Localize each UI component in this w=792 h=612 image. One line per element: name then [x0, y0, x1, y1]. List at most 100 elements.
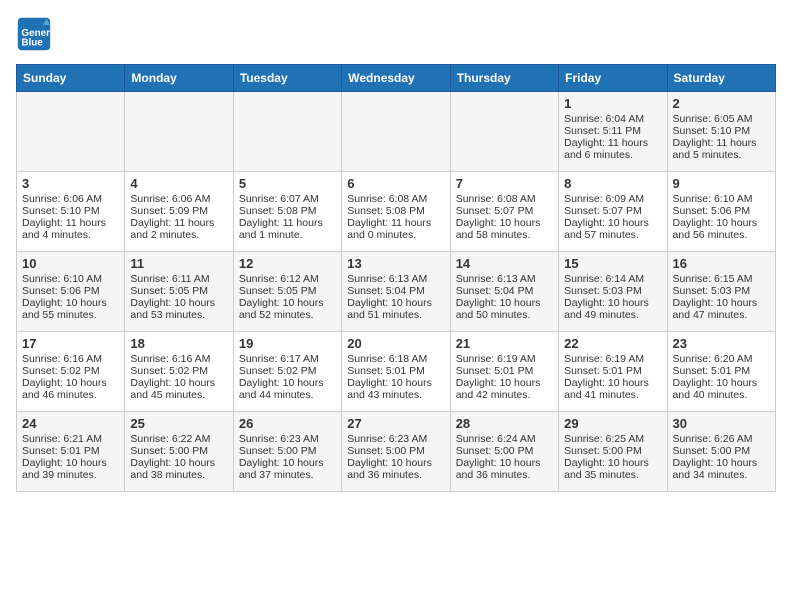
day-info: Daylight: 10 hours and 46 minutes. — [22, 377, 119, 401]
calendar-cell — [342, 92, 450, 172]
day-info: Sunrise: 6:17 AM — [239, 353, 336, 365]
day-info: Sunrise: 6:08 AM — [347, 193, 444, 205]
day-number: 2 — [673, 96, 770, 111]
calendar-cell: 14Sunrise: 6:13 AMSunset: 5:04 PMDayligh… — [450, 252, 558, 332]
day-info: Sunset: 5:06 PM — [22, 285, 119, 297]
day-info: Sunrise: 6:16 AM — [22, 353, 119, 365]
day-info: Daylight: 10 hours and 49 minutes. — [564, 297, 661, 321]
calendar-cell: 22Sunrise: 6:19 AMSunset: 5:01 PMDayligh… — [559, 332, 667, 412]
day-info: Daylight: 11 hours and 5 minutes. — [673, 137, 770, 161]
day-number: 3 — [22, 176, 119, 191]
calendar-cell: 4Sunrise: 6:06 AMSunset: 5:09 PMDaylight… — [125, 172, 233, 252]
calendar-cell — [233, 92, 341, 172]
calendar-header: SundayMondayTuesdayWednesdayThursdayFrid… — [17, 65, 776, 92]
day-info: Sunset: 5:03 PM — [673, 285, 770, 297]
week-row-2: 3Sunrise: 6:06 AMSunset: 5:10 PMDaylight… — [17, 172, 776, 252]
day-info: Sunrise: 6:16 AM — [130, 353, 227, 365]
day-info: Daylight: 10 hours and 55 minutes. — [22, 297, 119, 321]
calendar-cell: 20Sunrise: 6:18 AMSunset: 5:01 PMDayligh… — [342, 332, 450, 412]
day-info: Daylight: 10 hours and 39 minutes. — [22, 457, 119, 481]
day-info: Daylight: 11 hours and 6 minutes. — [564, 137, 661, 161]
day-number: 12 — [239, 256, 336, 271]
day-info: Daylight: 10 hours and 36 minutes. — [347, 457, 444, 481]
day-info: Sunset: 5:07 PM — [564, 205, 661, 217]
calendar-cell: 16 Sunrise: 6:15 AMSunset: 5:03 PMDayligh… — [667, 252, 775, 332]
page-header: General Blue — [16, 16, 776, 52]
calendar-cell: 9Sunrise: 6:10 AMSunset: 5:06 PMDaylight… — [667, 172, 775, 252]
day-number: 1 — [564, 96, 661, 111]
day-info: Sunrise: 6:12 AM — [239, 273, 336, 285]
day-info: Sunset: 5:02 PM — [130, 365, 227, 377]
calendar-cell: 12Sunrise: 6:12 AMSunset: 5:05 PMDayligh… — [233, 252, 341, 332]
day-info: Sunset: 5:09 PM — [130, 205, 227, 217]
day-number: 13 — [347, 256, 444, 271]
calendar-cell: 2 Sunrise: 6:05 AMSunset: 5:10 PMDaylight… — [667, 92, 775, 172]
day-number: 16 — [673, 256, 770, 271]
day-info: Sunrise: 6:23 AM — [239, 433, 336, 445]
day-info: Daylight: 11 hours and 0 minutes. — [347, 217, 444, 241]
calendar-cell: 11Sunrise: 6:11 AMSunset: 5:05 PMDayligh… — [125, 252, 233, 332]
day-header-monday: Monday — [125, 65, 233, 92]
day-header-tuesday: Tuesday — [233, 65, 341, 92]
day-info: Sunrise: 6:14 AM — [564, 273, 661, 285]
day-number: 18 — [130, 336, 227, 351]
day-number: 29 — [564, 416, 661, 431]
day-info: Sunrise: 6:10 AM — [673, 193, 770, 205]
day-info: Sunset: 5:11 PM — [564, 125, 661, 137]
day-info: Daylight: 10 hours and 51 minutes. — [347, 297, 444, 321]
day-info: Sunrise: 6:05 AM — [673, 113, 770, 125]
day-info: Daylight: 10 hours and 53 minutes. — [130, 297, 227, 321]
day-info: Sunrise: 6:19 AM — [564, 353, 661, 365]
calendar-cell: 26Sunrise: 6:23 AMSunset: 5:00 PMDayligh… — [233, 412, 341, 492]
day-number: 17 — [22, 336, 119, 351]
day-info: Daylight: 10 hours and 57 minutes. — [564, 217, 661, 241]
day-number: 9 — [673, 176, 770, 191]
day-number: 28 — [456, 416, 553, 431]
day-info: Sunset: 5:00 PM — [239, 445, 336, 457]
calendar-cell: 23Sunrise: 6:20 AMSunset: 5:01 PMDayligh… — [667, 332, 775, 412]
day-info: Sunrise: 6:25 AM — [564, 433, 661, 445]
day-info: Daylight: 10 hours and 47 minutes. — [673, 297, 770, 321]
day-info: Sunrise: 6:23 AM — [347, 433, 444, 445]
day-info: Daylight: 10 hours and 56 minutes. — [673, 217, 770, 241]
day-info: Daylight: 10 hours and 35 minutes. — [564, 457, 661, 481]
week-row-1: 1Sunrise: 6:04 AMSunset: 5:11 PMDaylight… — [17, 92, 776, 172]
calendar-cell: 3Sunrise: 6:06 AMSunset: 5:10 PMDaylight… — [17, 172, 125, 252]
day-info: Daylight: 10 hours and 36 minutes. — [456, 457, 553, 481]
day-info: Sunset: 5:08 PM — [239, 205, 336, 217]
calendar-cell: 19Sunrise: 6:17 AMSunset: 5:02 PMDayligh… — [233, 332, 341, 412]
day-info: Sunset: 5:08 PM — [347, 205, 444, 217]
calendar-cell: 7Sunrise: 6:08 AMSunset: 5:07 PMDaylight… — [450, 172, 558, 252]
day-info: Sunrise: 6:10 AM — [22, 273, 119, 285]
day-number: 11 — [130, 256, 227, 271]
day-info: Daylight: 11 hours and 2 minutes. — [130, 217, 227, 241]
day-info: Sunrise: 6:19 AM — [456, 353, 553, 365]
day-number: 15 — [564, 256, 661, 271]
day-info: Sunset: 5:10 PM — [673, 125, 770, 137]
day-info: Sunrise: 6:13 AM — [456, 273, 553, 285]
day-info: Sunset: 5:07 PM — [456, 205, 553, 217]
calendar-cell: 6Sunrise: 6:08 AMSunset: 5:08 PMDaylight… — [342, 172, 450, 252]
calendar-cell: 1Sunrise: 6:04 AMSunset: 5:11 PMDaylight… — [559, 92, 667, 172]
day-info: Sunrise: 6:15 AM — [673, 273, 770, 285]
day-info: Sunrise: 6:20 AM — [673, 353, 770, 365]
day-info: Sunrise: 6:06 AM — [22, 193, 119, 205]
day-header-saturday: Saturday — [667, 65, 775, 92]
week-row-3: 10Sunrise: 6:10 AMSunset: 5:06 PMDayligh… — [17, 252, 776, 332]
day-info: Sunrise: 6:11 AM — [130, 273, 227, 285]
day-info: Sunset: 5:01 PM — [456, 365, 553, 377]
day-info: Sunrise: 6:26 AM — [673, 433, 770, 445]
calendar-cell: 5Sunrise: 6:07 AMSunset: 5:08 PMDaylight… — [233, 172, 341, 252]
day-info: Sunset: 5:01 PM — [22, 445, 119, 457]
day-info: Sunrise: 6:07 AM — [239, 193, 336, 205]
day-info: Sunrise: 6:09 AM — [564, 193, 661, 205]
logo-icon: General Blue — [16, 16, 52, 52]
day-header-sunday: Sunday — [17, 65, 125, 92]
day-info: Sunrise: 6:24 AM — [456, 433, 553, 445]
calendar-cell: 25Sunrise: 6:22 AMSunset: 5:00 PMDayligh… — [125, 412, 233, 492]
day-info: Sunset: 5:00 PM — [130, 445, 227, 457]
day-info: Daylight: 10 hours and 41 minutes. — [564, 377, 661, 401]
day-info: Sunset: 5:01 PM — [347, 365, 444, 377]
calendar-table: SundayMondayTuesdayWednesdayThursdayFrid… — [16, 64, 776, 492]
day-info: Sunset: 5:05 PM — [239, 285, 336, 297]
